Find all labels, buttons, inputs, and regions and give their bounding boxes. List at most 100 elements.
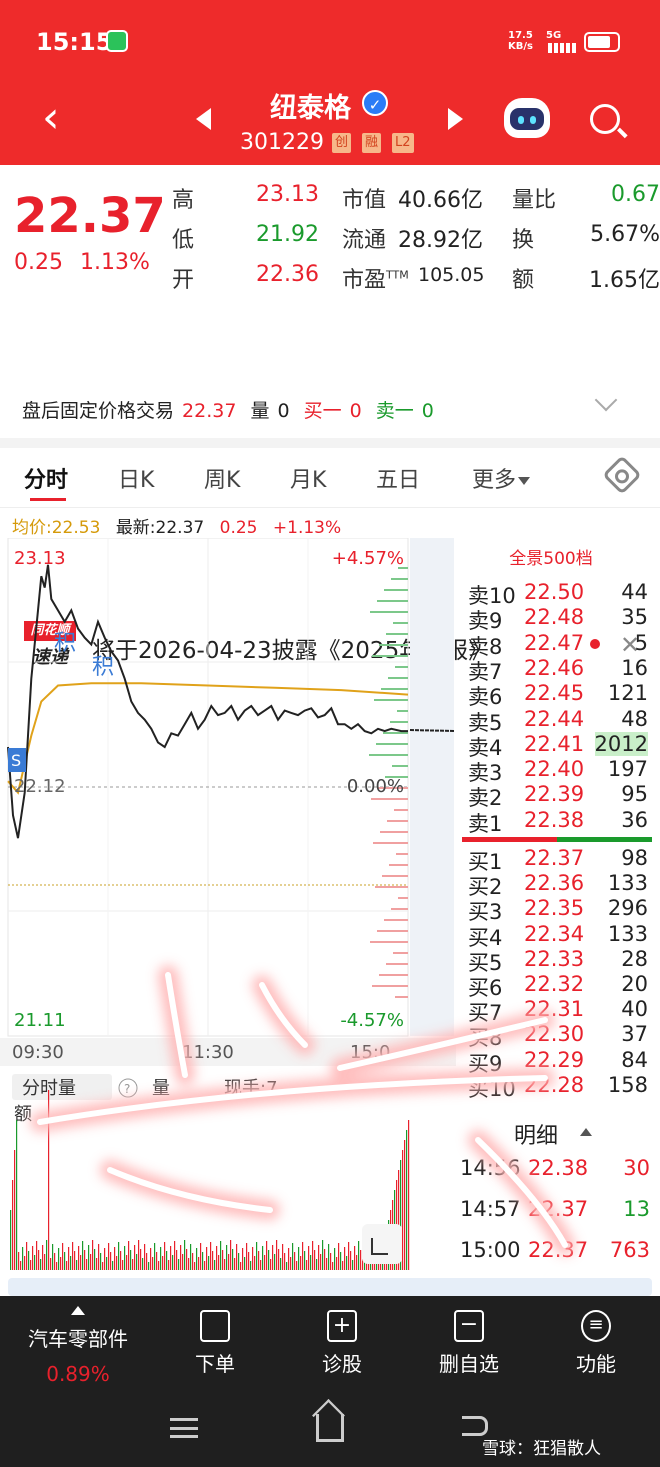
remove-icon: −: [454, 1310, 484, 1342]
volume-bar: [340, 1252, 342, 1270]
section-divider: [8, 1278, 652, 1296]
back-icon[interactable]: ‹: [42, 96, 60, 140]
bid-row[interactable]: 买8 22.30 37: [468, 1022, 648, 1050]
top-price-label: 23.13: [14, 548, 66, 569]
volume-bar: [270, 1259, 272, 1270]
volume-bar: [72, 1242, 74, 1270]
ask-row[interactable]: 卖6 22.45 121: [468, 681, 648, 709]
intraday-chart[interactable]: 23.13 +4.57% 22.12 0.00% 21.11 -4.57% S …: [0, 537, 456, 1278]
volume-bar: [326, 1258, 328, 1270]
volume-bar: [92, 1240, 94, 1270]
volume-bar: [352, 1260, 354, 1270]
volume-bar: [308, 1246, 310, 1270]
sector-button[interactable]: 汽车零部件 0.89%: [18, 1306, 138, 1386]
wechat-icon: [106, 30, 128, 52]
next-stock-icon[interactable]: [448, 108, 463, 130]
volume-bar: [208, 1256, 210, 1270]
tag-l2: L2: [392, 133, 414, 153]
volume-bar: [244, 1257, 246, 1270]
volume-label: 量: [152, 1078, 170, 1099]
volume-bar: [294, 1252, 296, 1270]
volume-bar: [210, 1242, 212, 1270]
ask-row[interactable]: 卖4 22.41 2012: [468, 731, 648, 760]
volume-bar: [318, 1245, 320, 1270]
ask-row[interactable]: 卖2 22.39 95: [468, 782, 648, 810]
volume-bar: [206, 1247, 208, 1270]
ask-row[interactable]: 卖8 22.47 5: [468, 631, 648, 659]
trade-detail[interactable]: 明细 14:56 22.38 30 14:57 22.37 13 15:00 22.37 7…: [456, 1108, 660, 1278]
ask-row[interactable]: 卖1 22.38 36: [468, 808, 648, 836]
help-icon: ?: [124, 1082, 130, 1096]
volume-bar: [234, 1258, 236, 1270]
tab-more[interactable]: 更多: [472, 462, 531, 494]
ask-row[interactable]: 卖10 22.50 44: [468, 580, 648, 608]
bid-row[interactable]: 买1 22.37 98: [468, 846, 648, 874]
volume-bar: [216, 1246, 218, 1270]
volume-bar: [108, 1243, 110, 1270]
bid-row[interactable]: 买7 22.31 40: [468, 997, 648, 1025]
ask-row[interactable]: 卖7 22.46 16: [468, 656, 648, 684]
robot-assistant-icon[interactable]: [504, 98, 550, 138]
volume-bar: [96, 1258, 98, 1270]
tab-five-day[interactable]: 五日: [376, 462, 420, 494]
current-price: 22.37: [14, 188, 166, 244]
volume-bar: [214, 1260, 216, 1270]
chevron-down-icon[interactable]: [594, 388, 618, 412]
volume-bar: [38, 1250, 40, 1270]
volume-bar: [176, 1250, 178, 1270]
stock-code: 301229: [240, 130, 324, 155]
back-nav-icon[interactable]: [462, 1416, 488, 1436]
diagnose-button[interactable]: + 诊股: [287, 1308, 397, 1377]
time-end: 15:0: [350, 1042, 390, 1063]
status-time: 15:15: [36, 28, 113, 56]
volratio-value: 0.67: [611, 182, 660, 207]
tab-weekly-k[interactable]: 周K: [204, 462, 240, 494]
search-icon[interactable]: [590, 104, 620, 134]
bid-row[interactable]: 买6 22.32 20: [468, 972, 648, 1000]
network-speed: 17.5 KB/s: [508, 30, 533, 52]
notice-banner[interactable]: 同花顺 速递 将于2026-04-23披露《2025年年报》 ✕: [0, 305, 660, 668]
volume-bar: [58, 1248, 60, 1270]
home-icon[interactable]: [316, 1414, 344, 1442]
volume-bar: [64, 1252, 66, 1270]
bid-row[interactable]: 买3 22.35 296: [468, 896, 648, 924]
ask-row[interactable]: 卖5 22.44 48: [468, 707, 648, 735]
bid-row[interactable]: 买10 22.28 158: [468, 1073, 648, 1101]
tab-monthly-k[interactable]: 月K: [290, 462, 326, 494]
bid-row[interactable]: 买5 22.33 28: [468, 947, 648, 975]
function-button[interactable]: ≡ 功能: [541, 1308, 651, 1377]
volume-bar: [250, 1261, 252, 1270]
volume-bar: [160, 1247, 162, 1270]
volume-current: 现手:7: [224, 1078, 278, 1099]
tab-daily-k[interactable]: 日K: [118, 462, 154, 494]
ask-row[interactable]: 卖9 22.48 35: [468, 605, 648, 633]
tab-intraday[interactable]: 分时: [24, 462, 68, 494]
header-bar: 15:15 17.5 KB/s 5G ‹ 纽泰格 ✓ 301229 创 融 L2: [0, 0, 660, 165]
volume-bar: [48, 1090, 50, 1270]
volume-bar: [186, 1249, 188, 1270]
volume-bar: [122, 1260, 124, 1270]
order-book-title[interactable]: 全景500档: [456, 544, 646, 569]
volume-bar: [338, 1243, 340, 1270]
volume-bar: [80, 1255, 82, 1270]
menu-icon[interactable]: [170, 1418, 198, 1438]
remove-watchlist-button[interactable]: − 删自选: [414, 1308, 524, 1377]
turnover-label: 换: [512, 228, 535, 253]
volume-bar: [82, 1241, 84, 1270]
volume-bar: [306, 1260, 308, 1270]
bid-row[interactable]: 买2 22.36 133: [468, 871, 648, 899]
order-button[interactable]: 下单: [160, 1308, 270, 1377]
volume-bar: [310, 1255, 312, 1270]
volume-bar: [184, 1240, 186, 1270]
volume-bar: [348, 1242, 350, 1270]
after-hours-row[interactable]: 盘后固定价格交易 22.37 量0 买一 0 卖一 0: [22, 396, 442, 423]
sell-marker-text: S: [11, 751, 21, 770]
volume-bar: [190, 1244, 192, 1270]
ask-row[interactable]: 卖3 22.40 197: [468, 757, 648, 785]
prev-stock-icon[interactable]: [196, 108, 211, 130]
detail-title: 明细: [514, 1124, 559, 1149]
bid-row[interactable]: 买4 22.34 133: [468, 922, 648, 950]
bid-row[interactable]: 买9 22.29 84: [468, 1048, 648, 1076]
volume-bar: [14, 1150, 16, 1270]
signal-label: 5G: [546, 30, 562, 41]
